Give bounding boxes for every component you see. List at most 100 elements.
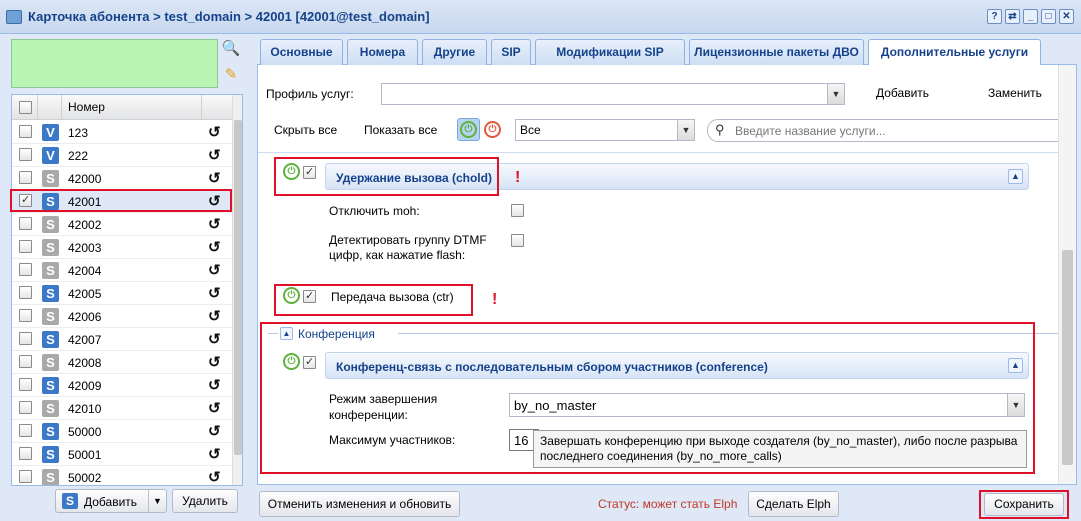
table-row[interactable]: S 50002 ↺	[12, 466, 232, 485]
select-all-checkbox[interactable]	[19, 101, 32, 114]
conference-header[interactable]: Конференц-связь с последовательным сборо…	[325, 352, 1029, 379]
reset-icon[interactable]: ↺	[208, 330, 221, 348]
close-icon[interactable]: ✕	[1059, 9, 1074, 24]
ctr-title[interactable]: Передача вызова (ctr)	[331, 290, 454, 304]
table-row[interactable]: S 42003 ↺	[12, 236, 232, 259]
reset-icon[interactable]: ↺	[208, 353, 221, 371]
delete-button[interactable]: Удалить	[172, 489, 238, 513]
search-icon[interactable]: 🔍	[220, 39, 242, 61]
chold-enabled-checkbox[interactable]	[303, 165, 316, 179]
make-elph-button[interactable]: Сделать Elph	[748, 491, 839, 517]
table-row[interactable]: V 123 ↺	[12, 121, 232, 144]
row-checkbox[interactable]	[19, 309, 32, 322]
reset-icon[interactable]: ↺	[208, 123, 221, 141]
reset-icon[interactable]: ↺	[208, 169, 221, 187]
conference-enabled-checkbox[interactable]	[303, 355, 316, 369]
row-checkbox[interactable]	[19, 447, 32, 460]
collapse-icon[interactable]: ▲	[1008, 169, 1023, 184]
table-row[interactable]: S 50000 ↺	[12, 420, 232, 443]
tab-2[interactable]: Номера	[347, 39, 418, 65]
profile-add-link[interactable]: Добавить	[876, 86, 929, 100]
reset-icon[interactable]: ↺	[208, 422, 221, 440]
minimize-icon[interactable]: _	[1023, 9, 1038, 24]
filter-select[interactable]: Все ▼	[515, 119, 695, 141]
power-off-icon[interactable]: ⏻	[484, 121, 501, 138]
row-checkbox[interactable]	[19, 148, 32, 161]
dtmf-checkbox[interactable]	[511, 234, 524, 247]
chevron-down-icon[interactable]: ▼	[677, 120, 694, 140]
table-row[interactable]: S 42005 ↺	[12, 282, 232, 305]
collapse-icon[interactable]: ▲	[1008, 358, 1023, 373]
reset-icon[interactable]: ↺	[208, 376, 221, 394]
row-checkbox[interactable]	[19, 125, 32, 138]
filter-enabled-toggle[interactable]: ⏻	[457, 118, 480, 141]
save-button[interactable]: Сохранить	[984, 493, 1064, 516]
row-checkbox[interactable]	[19, 332, 32, 345]
row-checkbox[interactable]	[19, 378, 32, 391]
table-row[interactable]: S 42007 ↺	[12, 328, 232, 351]
table-row[interactable]: S 42002 ↺	[12, 213, 232, 236]
tab-5[interactable]: Модификации SIP	[535, 39, 685, 65]
profile-select[interactable]: ▼	[381, 83, 845, 105]
table-row[interactable]: S 42004 ↺	[12, 259, 232, 282]
chevron-down-icon[interactable]: ▼	[148, 490, 166, 512]
row-checkbox[interactable]	[19, 240, 32, 253]
table-row[interactable]: S 42009 ↺	[12, 374, 232, 397]
row-checkbox[interactable]	[19, 286, 32, 299]
ctr-power-icon[interactable]: ⏻	[283, 287, 300, 304]
reset-icon[interactable]: ↺	[208, 468, 221, 485]
row-checkbox[interactable]	[19, 171, 32, 184]
tab-7[interactable]: Дополнительные услуги	[868, 39, 1041, 66]
chevron-down-icon[interactable]: ▼	[1007, 394, 1024, 416]
scrollbar-thumb[interactable]	[1062, 250, 1073, 465]
ctr-enabled-checkbox[interactable]	[303, 289, 316, 303]
reset-icon[interactable]: ↺	[208, 215, 221, 233]
reset-icon[interactable]: ↺	[208, 238, 221, 256]
table-row[interactable]: S 42000 ↺	[12, 167, 232, 190]
tab-4[interactable]: SIP	[491, 39, 531, 65]
maximize-icon[interactable]: □	[1041, 9, 1056, 24]
scrollbar-thumb[interactable]	[234, 120, 242, 455]
service-search-field[interactable]: ⚲ Введите название услуги...	[707, 119, 1070, 142]
tab-3[interactable]: Другие	[422, 39, 487, 65]
reset-icon[interactable]: ↺	[208, 284, 221, 302]
moh-checkbox[interactable]	[511, 204, 524, 217]
row-checkbox[interactable]	[19, 470, 32, 483]
mode-select[interactable]: by_no_master ▼	[509, 393, 1025, 417]
hide-all-link[interactable]: Скрыть все	[274, 123, 337, 137]
pencil-icon[interactable]: ✎	[220, 65, 242, 87]
collapse-icon[interactable]: ▲	[280, 327, 293, 340]
reset-icon[interactable]: ↺	[208, 261, 221, 279]
reset-icon[interactable]: ↺	[208, 445, 221, 463]
cancel-refresh-button[interactable]: Отменить изменения и обновить	[259, 491, 460, 517]
table-row[interactable]: S 50001 ↺	[12, 443, 232, 466]
chold-header[interactable]: Удержание вызова (chold) ▲	[325, 163, 1029, 190]
table-row[interactable]: V 222 ↺	[12, 144, 232, 167]
help-icon[interactable]: ?	[987, 9, 1002, 24]
tab-6[interactable]: Лицензионные пакеты ДВО	[689, 39, 864, 65]
table-row[interactable]: S 42010 ↺	[12, 397, 232, 420]
reset-icon[interactable]: ↺	[208, 192, 221, 210]
grid-scrollbar[interactable]	[232, 95, 242, 485]
tab-1[interactable]: Основные	[260, 39, 343, 65]
row-checkbox[interactable]	[19, 217, 32, 230]
reset-icon[interactable]: ↺	[208, 307, 221, 325]
conference-power-icon[interactable]: ⏻	[283, 353, 300, 370]
row-checkbox[interactable]	[19, 355, 32, 368]
table-row[interactable]: S 42006 ↺	[12, 305, 232, 328]
services-scrollbar[interactable]	[1058, 65, 1076, 484]
show-all-link[interactable]: Показать все	[364, 123, 437, 137]
chevron-down-icon[interactable]: ▼	[827, 84, 844, 104]
row-checkbox[interactable]	[19, 193, 32, 207]
row-checkbox[interactable]	[19, 263, 32, 276]
table-row[interactable]: S 42008 ↺	[12, 351, 232, 374]
refresh-icon[interactable]: ⇄	[1005, 9, 1020, 24]
add-button[interactable]: S Добавить ▼	[55, 489, 167, 513]
reset-icon[interactable]: ↺	[208, 399, 221, 417]
table-row[interactable]: S 42001 ↺	[12, 190, 232, 213]
row-checkbox[interactable]	[19, 424, 32, 437]
reset-icon[interactable]: ↺	[208, 146, 221, 164]
profile-replace-link[interactable]: Заменить	[988, 86, 1042, 100]
chold-power-icon[interactable]: ⏻	[283, 163, 300, 180]
row-checkbox[interactable]	[19, 401, 32, 414]
